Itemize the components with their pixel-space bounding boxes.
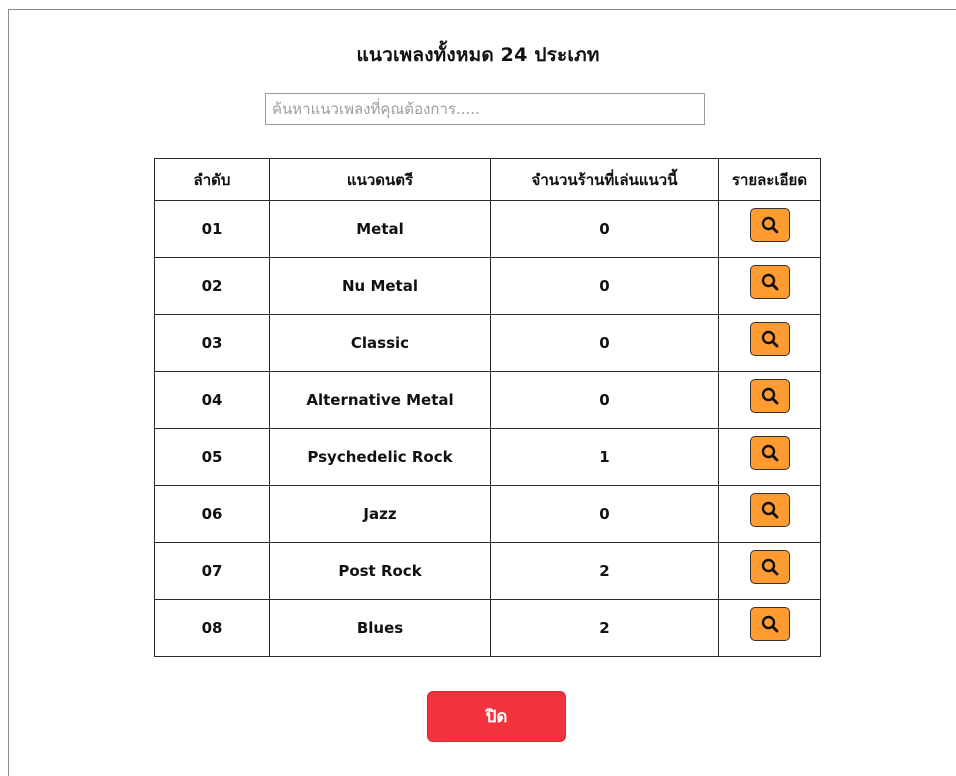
table-row: 07 Post Rock 2 bbox=[154, 542, 821, 600]
row-venue-count: 0 bbox=[490, 200, 719, 258]
details-button[interactable] bbox=[749, 493, 790, 527]
genre-table: ลำดับ แนวดนตรี จำนวนร้านที่เล่นแนวนี้ รา… bbox=[154, 158, 821, 657]
details-button[interactable] bbox=[749, 265, 790, 299]
row-number: 06 bbox=[154, 485, 270, 543]
row-genre: Psychedelic Rock bbox=[269, 428, 491, 486]
row-genre: Nu Metal bbox=[269, 257, 491, 315]
row-venue-count: 2 bbox=[490, 599, 719, 657]
row-genre: Metal bbox=[269, 200, 491, 258]
search-icon bbox=[761, 501, 778, 519]
details-button[interactable] bbox=[749, 436, 790, 470]
row-details-cell bbox=[718, 599, 821, 657]
row-details-cell bbox=[718, 200, 821, 258]
header-genre: แนวดนตรี bbox=[269, 158, 491, 201]
header-details: รายละเอียด bbox=[718, 158, 821, 201]
row-details-cell bbox=[718, 485, 821, 543]
row-number: 04 bbox=[154, 371, 270, 429]
table-header-row: ลำดับ แนวดนตรี จำนวนร้านที่เล่นแนวนี้ รา… bbox=[154, 158, 821, 201]
close-button[interactable]: ปิด bbox=[427, 691, 566, 742]
search-icon bbox=[761, 216, 778, 234]
table-row: 05 Psychedelic Rock 1 bbox=[154, 428, 821, 486]
search-input[interactable] bbox=[265, 93, 705, 125]
row-details-cell bbox=[718, 542, 821, 600]
details-button[interactable] bbox=[749, 322, 790, 356]
row-genre: Classic bbox=[269, 314, 491, 372]
table-row: 06 Jazz 0 bbox=[154, 485, 821, 543]
header-number: ลำดับ bbox=[154, 158, 270, 201]
row-venue-count: 1 bbox=[490, 428, 719, 486]
row-venue-count: 0 bbox=[490, 257, 719, 315]
row-details-cell bbox=[718, 257, 821, 315]
row-genre: Jazz bbox=[269, 485, 491, 543]
search-icon bbox=[761, 330, 778, 348]
table-row: 02 Nu Metal 0 bbox=[154, 257, 821, 315]
table-row: 04 Alternative Metal 0 bbox=[154, 371, 821, 429]
search-icon bbox=[761, 387, 778, 405]
search-icon bbox=[761, 615, 778, 633]
row-venue-count: 0 bbox=[490, 371, 719, 429]
row-number: 08 bbox=[154, 599, 270, 657]
row-number: 07 bbox=[154, 542, 270, 600]
page-title: แนวเพลงทั้งหมด 24 ประเภท bbox=[356, 44, 600, 66]
row-genre: Blues bbox=[269, 599, 491, 657]
row-number: 03 bbox=[154, 314, 270, 372]
search-icon bbox=[761, 444, 778, 462]
table-row: 03 Classic 0 bbox=[154, 314, 821, 372]
details-button[interactable] bbox=[749, 607, 790, 641]
row-venue-count: 2 bbox=[490, 542, 719, 600]
row-number: 02 bbox=[154, 257, 270, 315]
table-row: 08 Blues 2 bbox=[154, 599, 821, 657]
header-venue-count: จำนวนร้านที่เล่นแนวนี้ bbox=[490, 158, 719, 201]
details-button[interactable] bbox=[749, 550, 790, 584]
row-venue-count: 0 bbox=[490, 314, 719, 372]
details-button[interactable] bbox=[749, 379, 790, 413]
row-details-cell bbox=[718, 428, 821, 486]
search-icon bbox=[761, 273, 778, 291]
row-number: 01 bbox=[154, 200, 270, 258]
table-row: 01 Metal 0 bbox=[154, 200, 821, 258]
row-details-cell bbox=[718, 314, 821, 372]
row-number: 05 bbox=[154, 428, 270, 486]
row-venue-count: 0 bbox=[490, 485, 719, 543]
details-button[interactable] bbox=[749, 208, 790, 242]
search-icon bbox=[761, 558, 778, 576]
row-genre: Alternative Metal bbox=[269, 371, 491, 429]
row-details-cell bbox=[718, 371, 821, 429]
row-genre: Post Rock bbox=[269, 542, 491, 600]
